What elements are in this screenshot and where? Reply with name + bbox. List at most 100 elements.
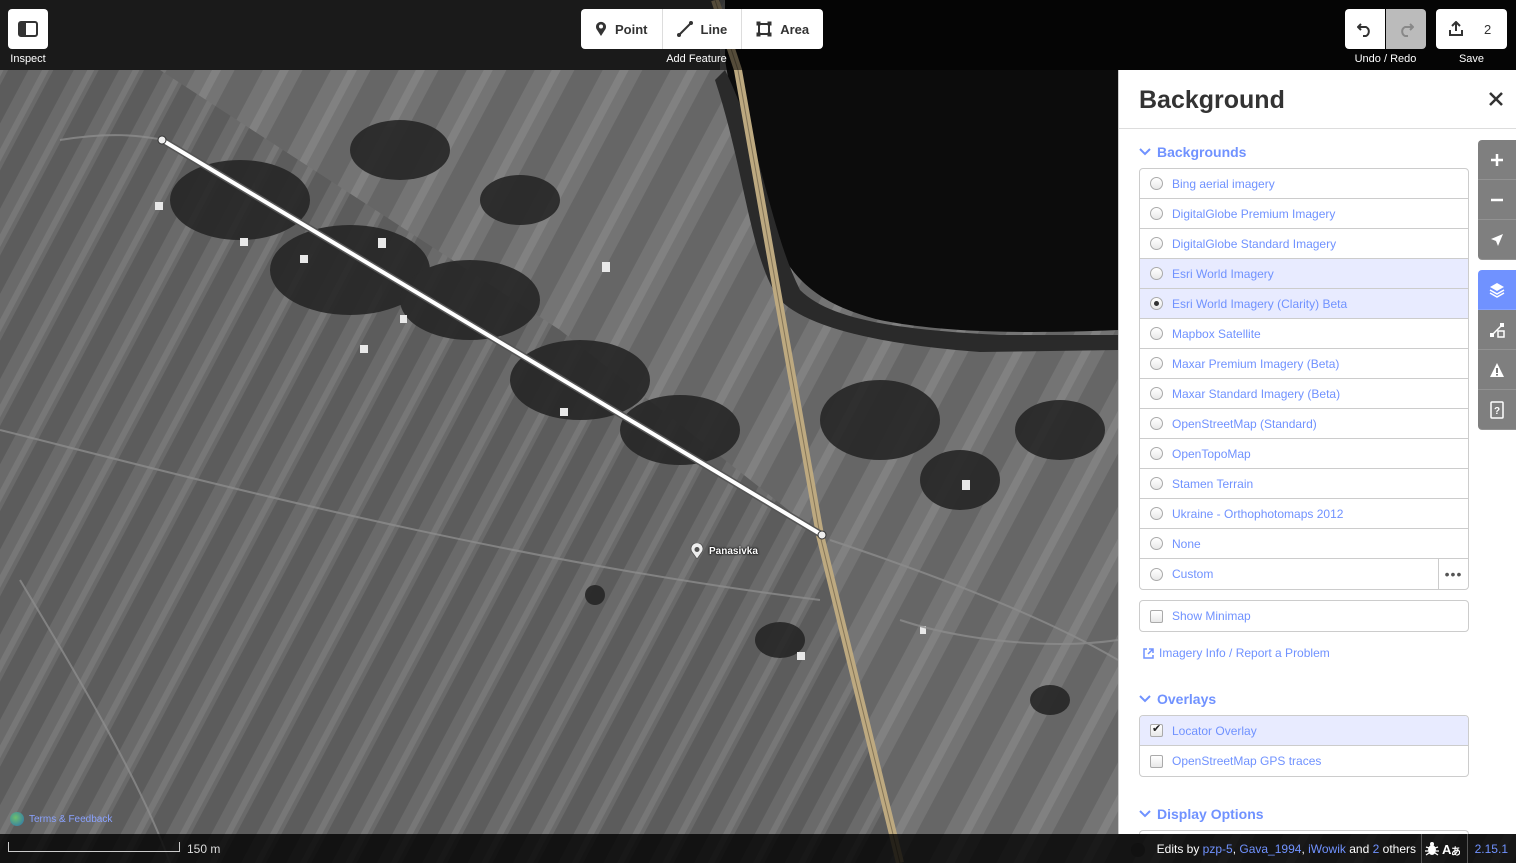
layers-icon — [1489, 282, 1505, 298]
footer-divider — [1467, 834, 1468, 863]
place-label-panasivka[interactable]: Panasivka — [690, 543, 758, 559]
backgrounds-section-toggle[interactable]: Backgrounds — [1139, 144, 1246, 160]
map-data-icon — [1490, 322, 1505, 338]
issues-pane-button[interactable] — [1478, 350, 1516, 390]
geolocate-button[interactable] — [1478, 220, 1516, 260]
svg-text:あ: あ — [1451, 845, 1460, 857]
background-radio[interactable] — [1150, 327, 1163, 340]
village-pin-icon — [690, 543, 704, 559]
background-pane-button[interactable] — [1478, 270, 1516, 310]
overlay-checkbox[interactable] — [1150, 754, 1163, 768]
minimap-checkbox[interactable] — [1150, 609, 1163, 623]
background-radio[interactable] — [1150, 357, 1163, 370]
help-pane-button[interactable]: ? — [1478, 390, 1516, 430]
place-label-text: Panasivka — [709, 545, 758, 557]
save-label: Save — [1458, 53, 1485, 65]
background-option-label: Bing aerial imagery — [1172, 176, 1275, 191]
editor-link-3[interactable]: iWowik — [1308, 842, 1346, 856]
area-label: Area — [780, 21, 810, 37]
external-link-icon — [1143, 647, 1154, 659]
redo-button[interactable] — [1386, 9, 1426, 49]
background-radio[interactable] — [1150, 477, 1163, 490]
background-radio[interactable] — [1150, 507, 1163, 520]
translate-icon[interactable]: A あ — [1442, 841, 1460, 857]
background-option[interactable]: Maxar Standard Imagery (Beta) — [1140, 379, 1468, 409]
background-radio[interactable] — [1150, 447, 1163, 460]
background-radio[interactable] — [1150, 267, 1163, 280]
background-option[interactable]: Custom ••• — [1140, 559, 1468, 589]
overlay-option[interactable]: OpenStreetMap GPS traces — [1140, 746, 1468, 776]
background-option[interactable]: Esri World Imagery — [1140, 259, 1468, 289]
imagery-info-link[interactable]: Imagery Info / Report a Problem — [1143, 646, 1330, 660]
add-feature-label: Add Feature — [666, 53, 727, 65]
overlay-option-label: Locator Overlay — [1172, 723, 1257, 738]
background-radio[interactable] — [1150, 237, 1163, 250]
background-option[interactable]: Maxar Premium Imagery (Beta) — [1140, 349, 1468, 379]
backgrounds-list: Bing aerial imagery DigitalGlobe Premium … — [1139, 168, 1469, 590]
avatar — [1131, 842, 1146, 857]
minus-icon — [1491, 198, 1503, 201]
background-radio[interactable] — [1150, 387, 1163, 400]
background-radio[interactable] — [1150, 297, 1163, 310]
background-option-label: Custom — [1172, 567, 1214, 581]
edits-prefix: Edits by — [1156, 842, 1200, 856]
bug-icon[interactable] — [1424, 841, 1440, 857]
overlay-option[interactable]: Locator Overlay — [1140, 716, 1468, 746]
add-point-button[interactable]: Point — [581, 9, 663, 49]
background-option-label: OpenStreetMap (Standard) — [1172, 416, 1317, 431]
overlay-checkbox[interactable] — [1150, 722, 1163, 737]
background-option[interactable]: OpenStreetMap (Standard) — [1140, 409, 1468, 439]
scale-label: 150 m — [187, 842, 221, 856]
background-option[interactable]: DigitalGlobe Premium Imagery — [1140, 199, 1468, 229]
background-option[interactable]: Ukraine - Orthophotomaps 2012 — [1140, 499, 1468, 529]
background-option-label: Ukraine - Orthophotomaps 2012 — [1172, 506, 1344, 521]
editor-link-2[interactable]: Gava_1994 — [1239, 842, 1301, 856]
location-arrow-icon — [1491, 233, 1503, 246]
background-option[interactable]: OpenTopoMap — [1140, 439, 1468, 469]
inspect-button[interactable] — [8, 9, 48, 49]
background-radio[interactable] — [1150, 207, 1163, 220]
add-feature-group: Point Line Area — [581, 9, 824, 49]
background-radio[interactable] — [1150, 177, 1163, 190]
background-option-label: DigitalGlobe Premium Imagery — [1172, 206, 1336, 221]
background-option-label: None — [1172, 536, 1201, 551]
inspect-label: Inspect — [10, 53, 46, 65]
display-options-heading: Display Options — [1157, 806, 1264, 822]
plus-icon — [1491, 153, 1503, 166]
close-panel-button[interactable] — [1484, 87, 1508, 111]
map-data-pane-button[interactable] — [1478, 310, 1516, 350]
undo-button[interactable] — [1345, 9, 1385, 49]
display-options-section-toggle[interactable]: Display Options — [1139, 806, 1264, 822]
show-minimap-option[interactable]: Show Minimap — [1140, 601, 1468, 631]
background-option[interactable]: Bing aerial imagery — [1140, 169, 1468, 199]
background-option[interactable]: Stamen Terrain — [1140, 469, 1468, 499]
background-option[interactable]: Mapbox Satellite — [1140, 319, 1468, 349]
version-link[interactable]: 2.15.1 — [1475, 842, 1508, 856]
help-icon: ? — [1490, 400, 1504, 419]
save-button[interactable]: 2 — [1436, 9, 1507, 49]
others-count-link[interactable]: 2 — [1373, 842, 1380, 856]
panel-title: Background — [1139, 86, 1285, 114]
chevron-down-icon — [1139, 148, 1151, 156]
background-radio[interactable] — [1150, 567, 1163, 581]
scale-bar[interactable] — [8, 842, 180, 852]
background-option-label: Esri World Imagery (Clarity) Beta — [1172, 296, 1348, 311]
line-label: Line — [700, 21, 728, 37]
background-option[interactable]: None — [1140, 529, 1468, 559]
custom-background-settings-button[interactable]: ••• — [1438, 559, 1468, 589]
zoom-out-button[interactable] — [1478, 180, 1516, 220]
point-label: Point — [615, 21, 648, 37]
panel-header: Background — [1119, 70, 1516, 129]
zoom-in-button[interactable] — [1478, 140, 1516, 180]
background-option[interactable]: Esri World Imagery (Clarity) Beta — [1140, 289, 1468, 319]
terms-feedback-text: Terms & Feedback — [29, 813, 113, 825]
background-radio[interactable] — [1150, 537, 1163, 550]
add-area-button[interactable]: Area — [742, 9, 823, 49]
terms-feedback-link[interactable]: Terms & Feedback — [10, 812, 112, 826]
close-icon — [1489, 92, 1503, 106]
overlays-section-toggle[interactable]: Overlays — [1139, 691, 1216, 707]
add-line-button[interactable]: Line — [663, 9, 743, 49]
background-option[interactable]: DigitalGlobe Standard Imagery — [1140, 229, 1468, 259]
editor-link-1[interactable]: pzp-5 — [1203, 842, 1233, 856]
background-radio[interactable] — [1150, 417, 1163, 430]
